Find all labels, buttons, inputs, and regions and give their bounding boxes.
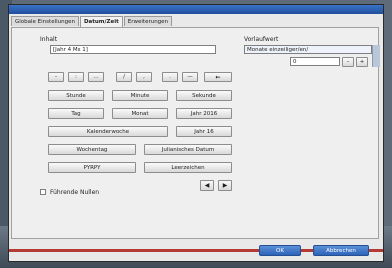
- space-button[interactable]: Leerzeichen: [144, 162, 232, 173]
- symbol-button-dash[interactable]: -: [48, 72, 64, 82]
- month-button[interactable]: Monat: [112, 108, 168, 119]
- year-2digit-button[interactable]: Jahr 16: [176, 126, 232, 137]
- minute-button[interactable]: Minute: [112, 90, 168, 101]
- hour-button[interactable]: Stunde: [48, 90, 104, 101]
- cancel-button[interactable]: Abbrechen: [313, 245, 369, 256]
- lead-value-dropdown[interactable]: Monate einzeiliger/en/: [244, 45, 372, 54]
- year-4digit-button[interactable]: Jahr 2016: [176, 108, 232, 119]
- content-label: Inhalt: [40, 36, 58, 43]
- cursor-right-button[interactable]: ▶: [218, 180, 232, 191]
- tab-extensions[interactable]: Erweiterungen: [123, 16, 173, 26]
- stepper-minus-button[interactable]: –: [342, 57, 354, 67]
- symbol-button-comma[interactable]: ,: [136, 72, 152, 82]
- symbol-button-period[interactable]: .: [162, 72, 178, 82]
- settings-dialog: Globale Einstellungen Datum/Zeit Erweite…: [8, 4, 384, 262]
- weekday-button[interactable]: Wochentag: [48, 144, 136, 155]
- leading-zeros-checkbox[interactable]: [40, 189, 46, 195]
- ok-button[interactable]: OK: [259, 245, 301, 256]
- calendar-week-button[interactable]: Kalenderwoche: [48, 126, 168, 137]
- second-button[interactable]: Sekunde: [176, 90, 232, 101]
- lead-value-number-input[interactable]: 0: [290, 57, 340, 66]
- date-time-panel: Inhalt [Jahr 4 Ms 1] Vorlaufwert Monate …: [11, 27, 380, 239]
- stepper-plus-button[interactable]: +: [356, 57, 368, 67]
- day-button[interactable]: Tag: [48, 108, 104, 119]
- symbol-button-slash[interactable]: /: [116, 72, 132, 82]
- dropdown-scrollbar[interactable]: [372, 45, 380, 67]
- leading-zeros-label: Führende Nullen: [50, 189, 100, 196]
- tab-global-settings[interactable]: Globale Einstellungen: [11, 16, 79, 26]
- pyrpy-button[interactable]: PYRPY: [48, 162, 136, 173]
- dialog-titlebar: [9, 5, 383, 14]
- cursor-left-button[interactable]: ◀: [200, 180, 214, 191]
- symbol-button-emdash[interactable]: —: [182, 72, 198, 82]
- content-input[interactable]: [Jahr 4 Ms 1]: [50, 45, 216, 54]
- tab-date-time[interactable]: Datum/Zeit: [79, 16, 123, 27]
- symbol-button-ellipsis[interactable]: …: [88, 72, 104, 82]
- julian-date-button[interactable]: Julianisches Datum: [144, 144, 232, 155]
- symbol-button-colon[interactable]: :: [68, 72, 84, 82]
- lead-value-label: Vorlaufwert: [244, 36, 279, 43]
- backspace-button[interactable]: ←: [204, 72, 232, 82]
- tab-bar: Globale Einstellungen Datum/Zeit Erweite…: [11, 16, 173, 27]
